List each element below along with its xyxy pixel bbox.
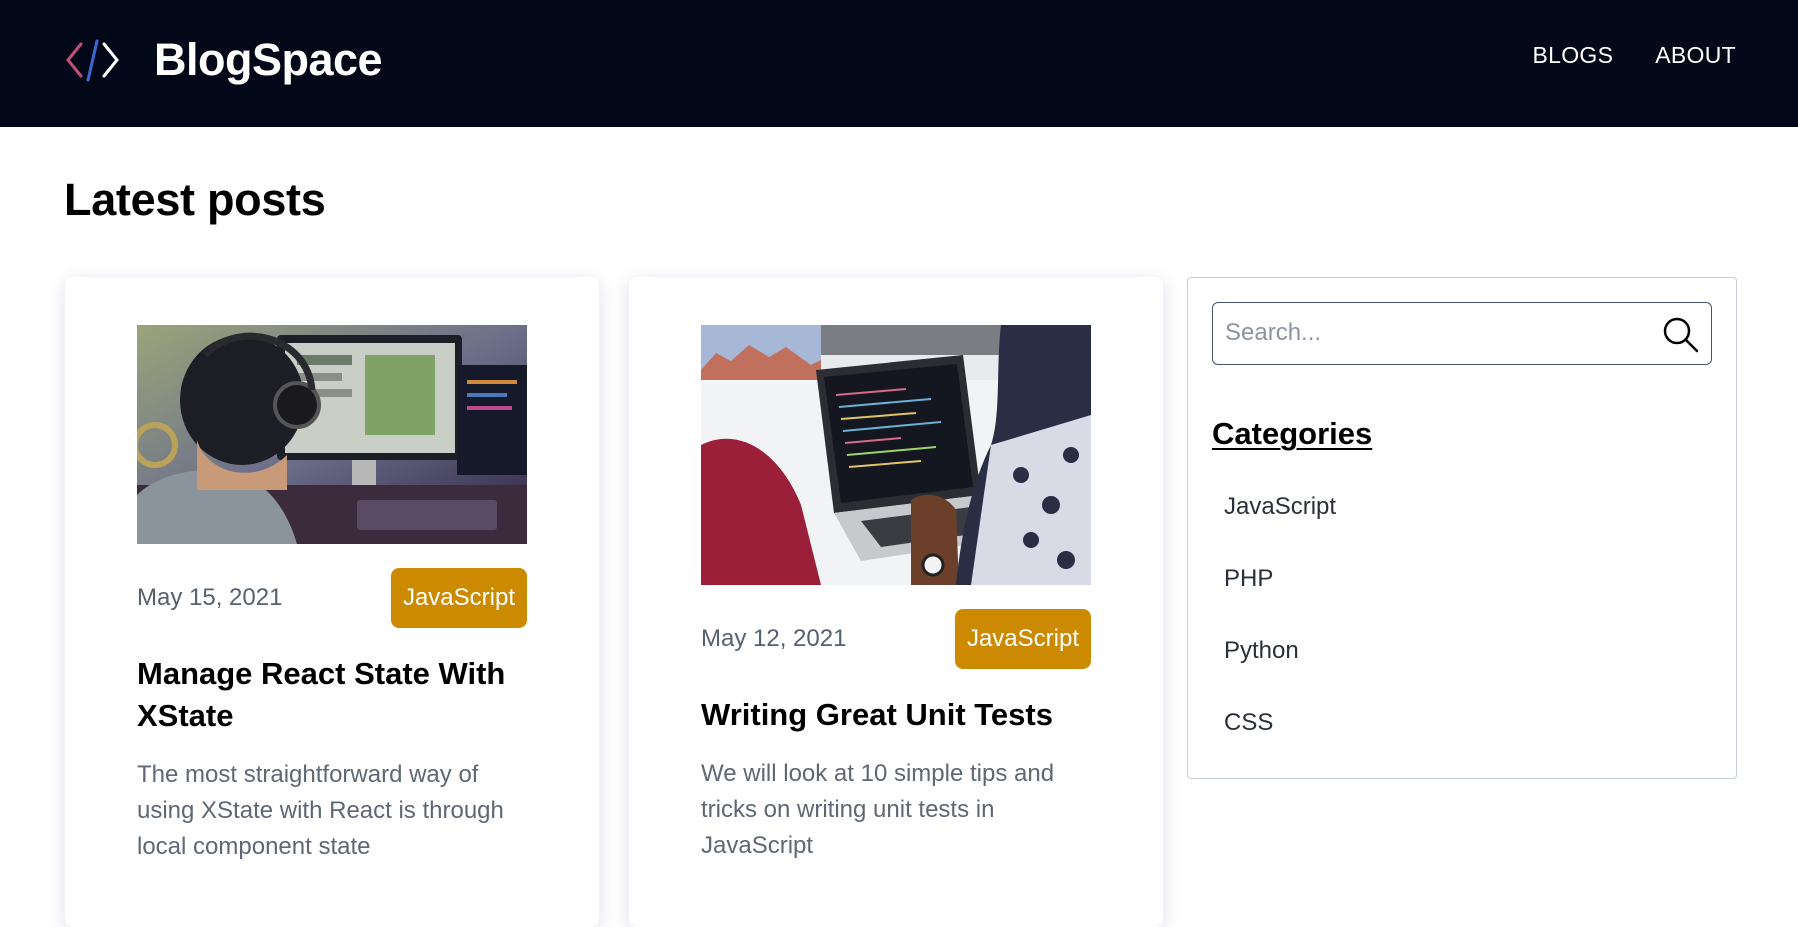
search-icon[interactable] <box>1661 315 1699 353</box>
categories-heading: Categories <box>1212 416 1373 451</box>
category-item-css[interactable]: CSS <box>1224 706 1336 778</box>
category-item-javascript[interactable]: JavaScript <box>1224 490 1336 562</box>
home-logo-link[interactable]: BlogSpace <box>64 30 383 90</box>
main-nav: BLOGS ABOUT <box>1533 42 1737 69</box>
top-navbar: BlogSpace BLOGS ABOUT <box>0 0 1798 127</box>
post-excerpt: We will look at 10 simple tips and trick… <box>701 760 1055 859</box>
post-excerpt: The most straightforward way of using XS… <box>137 761 504 860</box>
post-tag-button[interactable]: JavaScript <box>954 609 1091 669</box>
post-tag-button[interactable]: JavaScript <box>390 568 527 628</box>
code-brackets-icon <box>66 39 119 82</box>
post-meta: May 15, 2021 JavaScript <box>137 568 527 628</box>
post-card: May 15, 2021 JavaScript Manage React Sta… <box>65 277 599 927</box>
page-title: Latest posts <box>64 174 326 225</box>
nav-link-about[interactable]: ABOUT <box>1655 42 1736 69</box>
post-thumbnail[interactable] <box>701 325 1091 585</box>
post-image-laptop-code <box>701 325 1091 585</box>
post-card: May 12, 2021 JavaScript Writing Great Un… <box>629 277 1163 927</box>
post-date: May 15, 2021 <box>137 584 283 611</box>
search-box <box>1212 302 1712 365</box>
post-title-link[interactable]: Writing Great Unit Tests <box>701 694 1101 736</box>
post-date: May 12, 2021 <box>701 625 847 652</box>
post-meta: May 12, 2021 JavaScript <box>701 609 1091 669</box>
post-title-link[interactable]: Manage React State With XState <box>137 653 537 737</box>
sidebar: Categories JavaScript PHP Python CSS <box>1187 277 1737 779</box>
nav-link-blogs[interactable]: BLOGS <box>1533 42 1614 69</box>
category-item-python[interactable]: Python <box>1224 634 1336 706</box>
post-image-headphones-coder <box>137 325 527 544</box>
post-thumbnail[interactable] <box>137 325 527 544</box>
category-item-php[interactable]: PHP <box>1224 562 1336 634</box>
search-input[interactable] <box>1225 303 1645 363</box>
category-list: JavaScript PHP Python CSS <box>1224 490 1336 778</box>
brand-name: BlogSpace <box>154 34 383 85</box>
